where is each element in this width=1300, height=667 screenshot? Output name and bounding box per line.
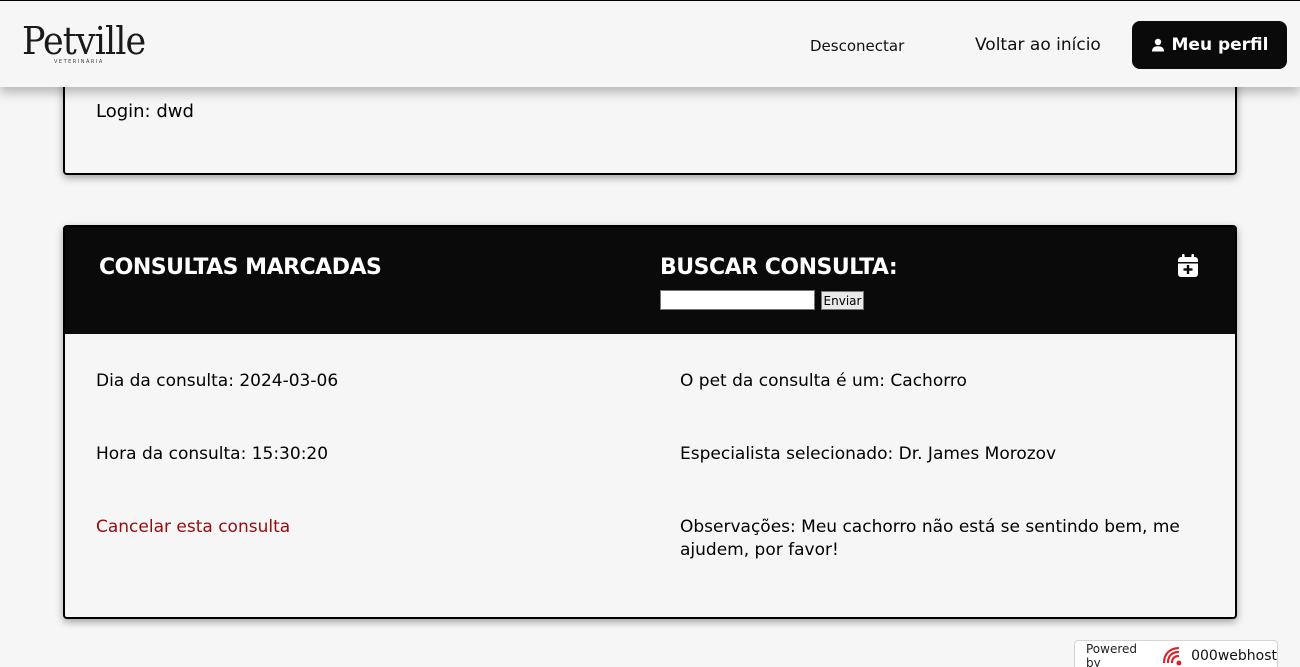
logo-text: Petville xyxy=(22,19,146,63)
profile-button-label: Meu perfil xyxy=(1171,35,1269,55)
webhost-logo-icon xyxy=(1163,646,1182,665)
search-title: BUSCAR CONSULTA: xyxy=(660,255,898,280)
petville-logo[interactable]: Petville VETERINÁRIA xyxy=(22,19,162,71)
logo-subtitle: VETERINÁRIA xyxy=(54,59,104,65)
disconnect-link[interactable]: Desconectar xyxy=(810,37,904,55)
appointment-pet: O pet da consulta é um: Cachorro xyxy=(680,371,967,391)
appointments-card: CONSULTAS MARCADAS BUSCAR CONSULTA: Envi… xyxy=(63,225,1237,619)
host-brand: 000webhost xyxy=(1191,647,1277,664)
user-icon xyxy=(1151,38,1164,52)
appointment-hour: Hora da consulta: 15:30:20 xyxy=(96,444,329,464)
login-info: Login: dwd xyxy=(96,101,194,122)
top-border-line xyxy=(0,0,1300,1)
powered-by-label: Powered by xyxy=(1086,641,1138,667)
appointment-specialist: Especialista selecionado: Dr. James Moro… xyxy=(680,444,1057,464)
cancel-appointment-link[interactable]: Cancelar esta consulta xyxy=(96,516,290,539)
top-navbar: Petville VETERINÁRIA Desconectar Voltar … xyxy=(0,1,1300,87)
calendar-plus-icon[interactable] xyxy=(1177,254,1199,278)
search-submit-button[interactable]: Enviar xyxy=(821,291,864,310)
appointments-header: CONSULTAS MARCADAS BUSCAR CONSULTA: Envi… xyxy=(65,227,1235,334)
appointment-notes: Observações: Meu cachorro não está se se… xyxy=(680,517,1180,560)
home-link[interactable]: Voltar ao início xyxy=(975,35,1101,55)
appointment-day: Dia da consulta: 2024-03-06 xyxy=(96,371,339,391)
search-input[interactable] xyxy=(660,290,815,310)
powered-by-badge[interactable]: Powered by 000webhost xyxy=(1074,640,1278,667)
profile-button[interactable]: Meu perfil xyxy=(1132,21,1287,69)
appointments-title: CONSULTAS MARCADAS xyxy=(99,255,382,280)
